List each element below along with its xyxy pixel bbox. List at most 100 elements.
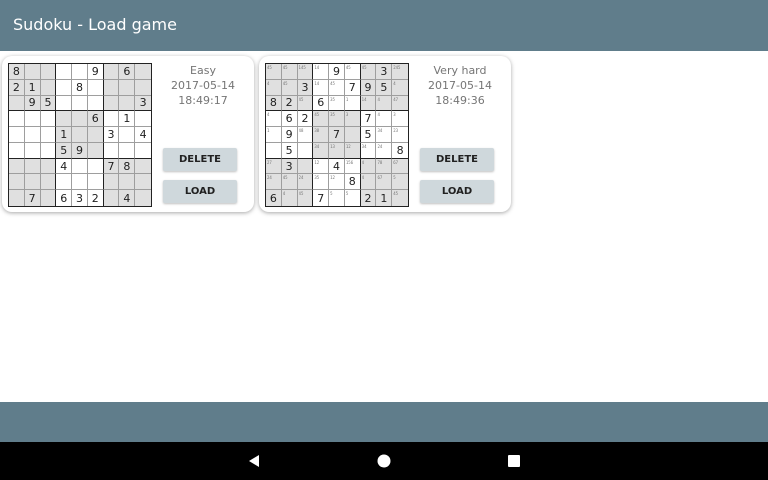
- sudoku-cell: 34: [360, 142, 377, 159]
- cell-value: 6: [269, 191, 277, 205]
- cell-value: 4: [139, 127, 147, 141]
- cell-notes: 5: [330, 191, 333, 197]
- cell-notes: 78: [377, 159, 383, 165]
- sudoku-cell: [24, 111, 41, 128]
- sudoku-cell: 6: [313, 95, 330, 112]
- sudoku-cell: 6: [281, 111, 298, 128]
- sudoku-cell: 4: [266, 79, 282, 96]
- cell-value: 2: [285, 96, 293, 110]
- sudoku-cell: 5: [360, 127, 377, 143]
- cell-notes: 4: [393, 80, 396, 86]
- sudoku-cell: 2: [281, 95, 298, 112]
- cell-value: 6: [91, 112, 99, 126]
- sudoku-cell: 5: [56, 142, 73, 159]
- sudoku-cell: 6: [266, 190, 282, 206]
- sudoku-cell: 5: [281, 142, 298, 159]
- sudoku-cell: [297, 142, 314, 159]
- sudoku-cell: [40, 79, 57, 96]
- cell-value: 1: [380, 191, 388, 205]
- back-icon[interactable]: [244, 451, 264, 471]
- cell-notes: 12: [330, 175, 335, 181]
- sudoku-cell: [9, 158, 25, 175]
- recent-apps-icon[interactable]: [504, 451, 524, 471]
- saved-games-list: 896218953611345947876324 Easy 2017-05-14…: [0, 51, 768, 402]
- cell-value: 7: [364, 112, 372, 126]
- cell-value: 2: [364, 191, 372, 205]
- sudoku-cell: 12: [329, 174, 345, 191]
- cell-value: 5: [364, 127, 372, 141]
- sudoku-cell: 4: [360, 174, 377, 191]
- cell-notes: 47: [393, 96, 399, 102]
- sudoku-cell: 14: [313, 64, 330, 80]
- cell-value: 3: [75, 191, 83, 205]
- cell-value: 8: [269, 96, 277, 110]
- sudoku-cell: 78: [376, 158, 393, 175]
- saved-game-card[interactable]: 896218953611345947876324 Easy 2017-05-14…: [2, 56, 254, 212]
- sudoku-cell: 7: [24, 190, 41, 206]
- sudoku-cell: 245: [392, 64, 408, 80]
- saved-game-card[interactable]: 45 45 145 14 9 45 45 3 245 4 45 3 14 45 7 9 5 4 8 2 45 6 35 1 14…: [259, 56, 511, 212]
- delete-button[interactable]: DELETE: [163, 148, 237, 171]
- sudoku-cell: 45: [281, 79, 298, 96]
- cell-value: 2: [301, 112, 309, 126]
- home-icon[interactable]: [374, 451, 394, 471]
- sudoku-cell: [87, 95, 104, 112]
- sudoku-cell: 14: [313, 79, 330, 96]
- game-info: Very hard 2017-05-14 18:49:36: [417, 63, 503, 108]
- sudoku-cell: 8: [344, 174, 361, 191]
- sudoku-cell: 5: [40, 95, 57, 112]
- cell-notes: 1: [345, 96, 349, 102]
- cell-notes: 5: [393, 175, 396, 181]
- sudoku-cell: [56, 64, 73, 80]
- sudoku-cell: 4: [135, 127, 151, 143]
- sudoku-cell: 24: [297, 174, 314, 191]
- cell-value: 4: [60, 159, 68, 173]
- cell-value: 7: [332, 127, 340, 141]
- load-button[interactable]: LOAD: [420, 180, 494, 203]
- cell-notes: 45: [345, 65, 351, 70]
- delete-button[interactable]: DELETE: [420, 148, 494, 171]
- cell-notes: 45: [267, 65, 272, 70]
- sudoku-cell: 8: [9, 64, 25, 80]
- sudoku-cell: [87, 127, 104, 143]
- sudoku-cell: [135, 143, 151, 159]
- load-button[interactable]: LOAD: [163, 180, 237, 203]
- sudoku-cell: [24, 174, 41, 191]
- sudoku-cell: [344, 127, 361, 143]
- cell-notes: 12: [345, 143, 351, 149]
- sudoku-cell: 9: [72, 142, 88, 159]
- sudoku-cell: 45: [297, 190, 314, 206]
- cell-value: 3: [285, 159, 293, 173]
- sudoku-cell: 145: [297, 64, 314, 80]
- sudoku-cell: 7: [313, 190, 330, 206]
- cell-notes: 45: [314, 112, 320, 118]
- sudoku-cell: [9, 190, 25, 206]
- cell-value: 8: [75, 80, 83, 94]
- cell-value: 8: [12, 64, 20, 78]
- cell-notes: 23: [393, 128, 399, 134]
- cell-value: 7: [317, 191, 325, 205]
- cell-notes: 24: [267, 175, 272, 181]
- sudoku-cell: 12: [344, 142, 361, 159]
- sudoku-cell: [103, 79, 120, 96]
- sudoku-cell: 5: [345, 190, 361, 206]
- sudoku-cell: 1: [24, 79, 41, 96]
- sudoku-cell: 47: [392, 95, 408, 112]
- cell-notes: 145: [298, 65, 306, 70]
- cell-value: 9: [332, 64, 340, 78]
- cell-notes: 4: [267, 80, 270, 86]
- sudoku-cell: 4: [266, 111, 282, 128]
- sudoku-cell: 5: [392, 174, 408, 191]
- sudoku-cell: [103, 111, 120, 128]
- sudoku-cell: [72, 174, 88, 191]
- sudoku-cell: 3: [135, 95, 151, 112]
- sudoku-cell: 3: [344, 111, 361, 128]
- cell-notes: 35: [330, 96, 335, 102]
- sudoku-cell: [24, 127, 41, 143]
- sudoku-cell: 3: [103, 127, 120, 143]
- sudoku-cell: 9: [281, 127, 298, 143]
- cell-notes: 67: [377, 175, 383, 181]
- cell-value: 5: [380, 80, 388, 94]
- sudoku-cell: 67: [392, 158, 408, 175]
- cell-notes: 35: [314, 175, 320, 181]
